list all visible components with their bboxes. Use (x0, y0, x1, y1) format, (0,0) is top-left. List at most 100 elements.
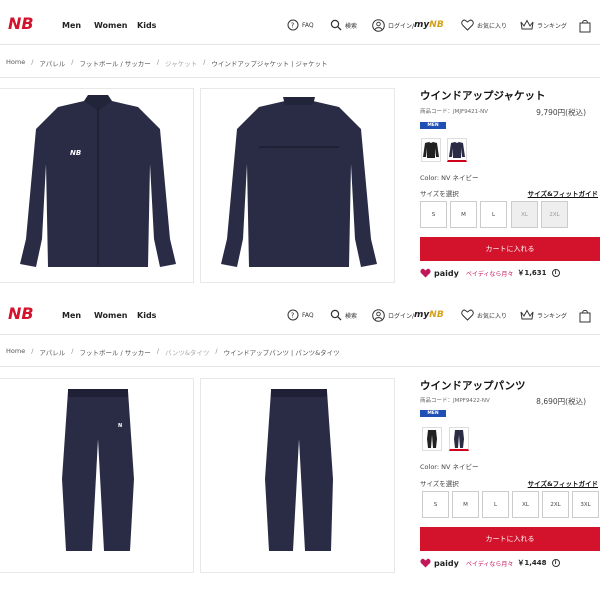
product-title: ウインドアップパンツ (420, 380, 526, 392)
product-section-pants: NB Men Women Kids ? FAQ 検索 ログイン/ myNB お気… (0, 290, 600, 600)
size-fit-guide-link[interactable]: サイズ&フィットガイド (528, 478, 598, 488)
size-option-l[interactable]: L (480, 201, 507, 228)
nav-kids[interactable]: Kids (137, 311, 156, 320)
color-label: Color: NV ネイビー (420, 174, 479, 182)
size-option-xl[interactable]: XL (512, 491, 539, 518)
paidy-installment: paidy ペイディなら月々 ￥1,448 i (420, 558, 560, 568)
size-option-s[interactable]: S (422, 491, 449, 518)
heart-icon (461, 309, 474, 321)
login-link[interactable]: ログイン/ myNB (372, 0, 444, 50)
mynb-logo: myNB (414, 20, 444, 30)
size-option-2xl[interactable]: 2XL (541, 201, 568, 228)
product-image-front[interactable]: NB (0, 88, 194, 283)
color-swatch-navy[interactable] (447, 138, 467, 162)
nb-logo-icon[interactable]: NB (8, 11, 36, 35)
jacket-front-image: NB (20, 95, 176, 267)
site-header: NB Men Women Kids ? FAQ 検索 ログイン/ myNB お気… (0, 290, 600, 340)
svg-text:?: ? (291, 312, 295, 320)
mynb-logo: myNB (414, 310, 444, 320)
nav-women[interactable]: Women (94, 311, 128, 320)
ranking-link[interactable]: ランキング (520, 0, 567, 50)
ranking-label: ランキング (537, 312, 567, 320)
color-swatch-black[interactable] (421, 138, 441, 162)
cart-icon[interactable] (578, 19, 592, 33)
svg-text:NB: NB (8, 14, 34, 33)
size-option-m[interactable]: M (450, 201, 477, 228)
faq-link[interactable]: ? FAQ (287, 0, 314, 50)
product-section-jacket: NB Men Women Kids ? FAQ 検索 ログイン/ myNB お気… (0, 0, 600, 290)
breadcrumb-category[interactable]: パンツ&タイツ (165, 347, 209, 357)
breadcrumb-apparel[interactable]: アパレル (39, 347, 65, 357)
favorites-link[interactable]: お気に入り (461, 290, 507, 340)
breadcrumb-category[interactable]: ジャケット (165, 58, 197, 68)
size-option-3xl[interactable]: 3XL (572, 491, 599, 518)
search-link[interactable]: 検索 (330, 0, 357, 50)
breadcrumb-football[interactable]: フットボール / サッカー (79, 58, 150, 68)
login-label: ログイン/ (388, 22, 415, 30)
cart-icon[interactable] (578, 309, 592, 323)
product-image-back[interactable] (200, 378, 395, 573)
color-swatch-navy[interactable] (449, 427, 469, 451)
search-link[interactable]: 検索 (330, 290, 357, 340)
size-fit-guide-link[interactable]: サイズ&フィットガイド (528, 188, 598, 198)
size-option-m[interactable]: M (452, 491, 479, 518)
product-code: 商品コード：JMPF9422-NV (420, 398, 490, 404)
pants-thumb-black-icon (427, 430, 437, 448)
jacket-thumb-black-icon (423, 142, 439, 158)
site-header: NB Men Women Kids ? FAQ 検索 ログイン/ myNB お気… (0, 0, 600, 50)
svg-text:?: ? (291, 22, 295, 30)
favorites-label: お気に入り (477, 22, 508, 30)
size-option-l[interactable]: L (482, 491, 509, 518)
product-price: 9,790円(税込) (536, 108, 586, 117)
color-swatch-black[interactable] (422, 427, 442, 451)
nav-women[interactable]: Women (94, 21, 128, 30)
info-icon[interactable]: i (551, 559, 560, 567)
favorites-link[interactable]: お気に入り (461, 0, 507, 50)
product-image-front[interactable]: N (0, 378, 194, 573)
nav-men[interactable]: Men (62, 311, 81, 320)
nav-men[interactable]: Men (62, 21, 81, 30)
jacket-thumb-navy-icon (449, 142, 465, 158)
breadcrumb-home[interactable]: Home (6, 58, 25, 68)
user-icon (372, 308, 385, 322)
add-to-cart-button[interactable]: カートに入れる (420, 237, 600, 261)
breadcrumb-home[interactable]: Home (6, 347, 25, 357)
product-title: ウインドアップジャケット (420, 90, 546, 102)
search-label: 検索 (345, 22, 358, 30)
size-option-s[interactable]: S (420, 201, 447, 228)
size-option-xl[interactable]: XL (511, 201, 538, 228)
header-divider (0, 334, 600, 335)
breadcrumb: Home / アパレル / フットボール / サッカー / パンツ&タイツ / ウインド… (6, 347, 340, 357)
search-icon (330, 19, 342, 31)
product-image-back[interactable] (200, 88, 395, 283)
product-code: 商品コード：JMJF9421-NV (420, 109, 489, 115)
faq-label: FAQ (302, 311, 314, 319)
breadcrumb-divider (0, 366, 600, 367)
pants-thumb-navy-icon (454, 430, 464, 448)
ranking-link[interactable]: ランキング (520, 290, 567, 340)
favorites-label: お気に入り (477, 312, 508, 320)
breadcrumb-current: ウインドアップジャケット | ジャケット (211, 60, 328, 68)
add-to-cart-button[interactable]: カートに入れる (420, 527, 600, 551)
svg-text:NB: NB (70, 149, 81, 157)
user-icon (372, 18, 385, 32)
nb-logo-icon[interactable]: NB (8, 301, 36, 325)
header-divider (0, 44, 600, 45)
heart-icon (461, 19, 474, 31)
pants-front-image: N (62, 389, 134, 551)
size-option-2xl[interactable]: 2XL (542, 491, 569, 518)
paidy-installment: paidy ペイディなら月々 ￥1,631 i (420, 268, 560, 278)
paidy-price: ￥1,448 (517, 559, 547, 567)
gender-badge: MEN (420, 122, 446, 129)
nav-kids[interactable]: Kids (137, 21, 156, 30)
breadcrumb-divider (0, 77, 600, 78)
breadcrumb-apparel[interactable]: アパレル (39, 58, 65, 68)
crown-icon (520, 309, 534, 320)
login-label: ログイン/ (388, 312, 415, 320)
search-label: 検索 (345, 312, 358, 320)
faq-link[interactable]: ? FAQ (287, 290, 314, 340)
breadcrumb-football[interactable]: フットボール / サッカー (79, 347, 150, 357)
info-icon[interactable]: i (551, 269, 560, 277)
breadcrumb: Home / アパレル / フットボール / サッカー / ジャケット / ウインドアッ… (6, 58, 328, 68)
login-link[interactable]: ログイン/ myNB (372, 290, 444, 340)
